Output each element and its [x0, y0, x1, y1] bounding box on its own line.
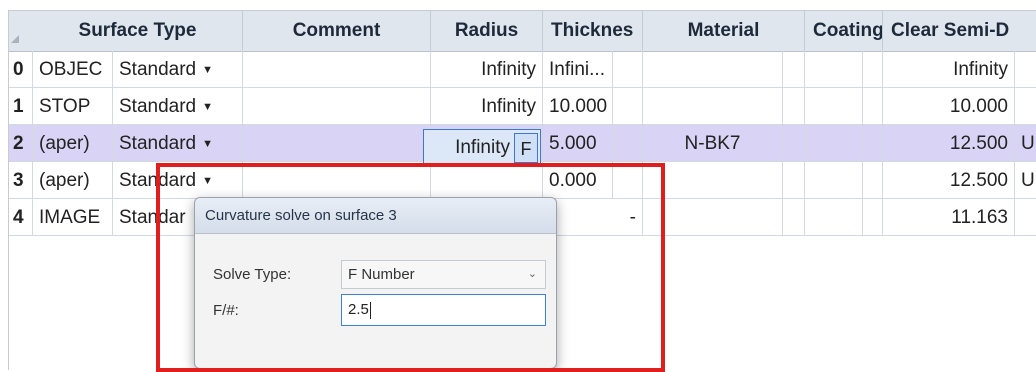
cell-num: 0 — [9, 51, 33, 87]
cell-coating[interactable] — [805, 88, 863, 124]
table-header: Surface Type Comment Radius Thicknes Mat… — [9, 11, 1036, 52]
solve-type-marker[interactable]: F — [514, 133, 538, 163]
cell-csolve[interactable] — [863, 199, 883, 235]
cell-tsolve[interactable] — [613, 88, 643, 124]
cell-label[interactable]: OBJEC — [33, 51, 113, 87]
cell-extra-text: U — [1021, 170, 1035, 191]
cell-material-text: N-BK7 — [684, 133, 741, 154]
cell-type[interactable]: Standard ▼ — [113, 88, 243, 124]
cell-tsolve[interactable] — [613, 51, 643, 87]
cell-comment[interactable] — [243, 125, 431, 161]
cell-semi-text: 11.163 — [951, 207, 1008, 228]
cell-semi[interactable]: Infinity — [883, 51, 1015, 87]
cell-radius-text: Infinity — [481, 59, 536, 80]
select-all-corner[interactable] — [11, 35, 19, 43]
header-coating[interactable]: Coating — [805, 11, 883, 51]
cell-thickness[interactable]: 10.000 — [543, 88, 613, 124]
cell-msolve[interactable] — [783, 162, 805, 198]
cell-label[interactable]: STOP — [33, 88, 113, 124]
cell-label[interactable]: IMAGE — [33, 199, 113, 235]
cell-msolve[interactable] — [783, 88, 805, 124]
cell-label-text: (aper) — [39, 170, 90, 191]
header-thickness[interactable]: Thicknes — [543, 11, 643, 51]
cell-csolve[interactable] — [863, 162, 883, 198]
cell-comment[interactable] — [243, 88, 431, 124]
cell-coating[interactable] — [805, 51, 863, 87]
header-radius[interactable]: Radius — [431, 11, 543, 51]
cell-num-text: 0 — [13, 59, 24, 80]
cell-label-text: OBJEC — [39, 59, 103, 80]
cell-label-text: (aper) — [39, 133, 90, 154]
cell-num: 2 — [9, 125, 33, 161]
cell-msolve[interactable] — [783, 125, 805, 161]
cell-type-text: Standard — [119, 96, 197, 117]
cell-thickness[interactable]: Infini... — [543, 51, 613, 87]
dropdown-arrow-icon[interactable]: ▼ — [202, 64, 213, 76]
cell-coating[interactable] — [805, 162, 863, 198]
cell-csolve[interactable] — [863, 88, 883, 124]
cell-semi[interactable]: 10.000 — [883, 88, 1015, 124]
cell-label[interactable]: (aper) — [33, 125, 113, 161]
lens-data-editor: Surface Type Comment Radius Thicknes Mat… — [8, 10, 1036, 372]
cell-coating[interactable] — [805, 199, 863, 235]
cell-num: 1 — [9, 88, 33, 124]
cell-csolve[interactable] — [863, 51, 883, 87]
cell-semi-text: Infinity — [953, 59, 1008, 80]
cell-thickness-text: Infini... — [549, 59, 605, 80]
cell-semi[interactable]: 12.500 — [883, 162, 1015, 198]
dropdown-arrow-icon[interactable]: ▼ — [202, 138, 213, 150]
cell-radius[interactable]: Infinity — [431, 88, 543, 124]
header-clear-semi-dia[interactable]: Clear Semi-D — [883, 11, 1036, 51]
cell-semi-text: 10.000 — [949, 96, 1008, 117]
cell-type-text: Standard — [119, 133, 197, 154]
cell-radius-text: Infinity — [481, 96, 536, 117]
table-row[interactable]: 0 OBJEC Standard ▼ Infinity Infini... Infinity — [9, 51, 1036, 88]
cell-tsolve[interactable] — [613, 125, 643, 161]
cell-num: 3 — [9, 162, 33, 198]
cell-material[interactable] — [643, 88, 783, 124]
radius-cell-editor[interactable]: Infinity F — [423, 129, 541, 167]
header-surface-type[interactable]: Surface Type — [33, 11, 243, 51]
dropdown-arrow-icon[interactable]: ▼ — [202, 101, 213, 113]
cell-label[interactable]: (aper) — [33, 162, 113, 198]
cell-semi[interactable]: 12.500 — [883, 125, 1015, 161]
cell-label-text: STOP — [39, 96, 91, 117]
cell-extra[interactable] — [1015, 88, 1036, 124]
cell-radius[interactable]: Infinity — [431, 51, 543, 87]
cell-coating[interactable] — [805, 125, 863, 161]
cell-extra[interactable]: U — [1015, 162, 1036, 198]
cell-label-text: IMAGE — [39, 207, 101, 228]
cell-csolve[interactable] — [863, 125, 883, 161]
cell-num: 4 — [9, 199, 33, 235]
cell-num-text: 3 — [13, 170, 24, 191]
cell-extra-text: U — [1021, 133, 1035, 154]
cell-thickness[interactable]: 5.000 — [543, 125, 613, 161]
header-material[interactable]: Material — [643, 11, 805, 51]
cell-msolve[interactable] — [783, 199, 805, 235]
cell-extra[interactable]: U — [1015, 125, 1036, 161]
cell-type[interactable]: Standard ▼ — [113, 51, 243, 87]
cell-num-text: 1 — [13, 96, 24, 117]
cell-semi[interactable]: 11.163 — [883, 199, 1015, 235]
cell-type[interactable]: Standard ▼ — [113, 125, 243, 161]
header-comment[interactable]: Comment — [243, 11, 431, 51]
radius-edit-value[interactable]: Infinity — [455, 130, 510, 166]
cell-material[interactable]: N-BK7 — [643, 125, 783, 161]
cell-comment[interactable] — [243, 51, 431, 87]
cell-num-text: 2 — [13, 133, 24, 154]
cell-material[interactable] — [643, 51, 783, 87]
cell-num-text: 4 — [13, 207, 24, 228]
cell-type-text: Standard — [119, 59, 197, 80]
table-row[interactable]: 1 STOP Standard ▼ Infinity 10.000 10.000 — [9, 88, 1036, 125]
cell-extra[interactable] — [1015, 199, 1036, 235]
annotation-highlight-box — [156, 163, 665, 372]
cell-semi-text: 12.500 — [949, 170, 1008, 191]
cell-thickness-text: 10.000 — [549, 96, 608, 117]
cell-thickness-text: 5.000 — [549, 133, 597, 154]
cell-semi-text: 12.500 — [949, 133, 1008, 154]
cell-msolve[interactable] — [783, 51, 805, 87]
cell-extra[interactable] — [1015, 51, 1036, 87]
